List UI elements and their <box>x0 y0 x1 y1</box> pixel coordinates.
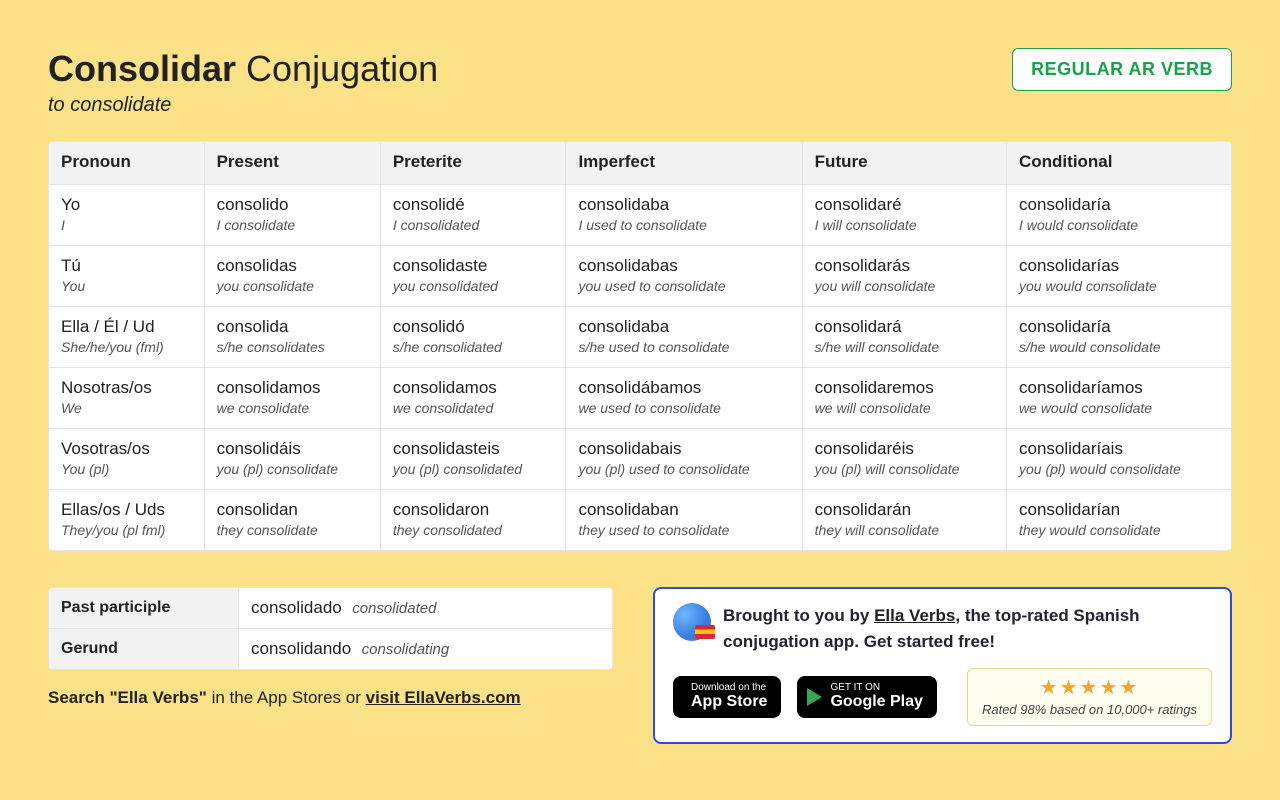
conjugation-cell: consolidaronthey consolidated <box>380 490 566 551</box>
pronoun-cell: TúYou <box>49 246 205 307</box>
table-row: TúYouconsolidasyou consolidateconsolidas… <box>49 246 1232 307</box>
conjugation-cell: consolidarásyou will consolidate <box>802 246 1006 307</box>
conjugation-cell: consolidaríanthey would consolidate <box>1007 490 1232 551</box>
conjugation-cell: consolidabanthey used to consolidate <box>566 490 802 551</box>
play-icon <box>807 688 822 706</box>
visit-link[interactable]: visit EllaVerbs.com <box>366 688 521 707</box>
table-row: Ella / Él / UdShe/he/you (fml)consolidas… <box>49 307 1232 368</box>
title-suffix: Conjugation <box>246 48 438 89</box>
conjugation-cell: consolidoI consolidate <box>204 185 380 246</box>
google-play-button[interactable]: GET IT ON Google Play <box>797 676 936 718</box>
conjugation-cell: consolidarías/he would consolidate <box>1007 307 1232 368</box>
conjugation-cell: consolidaríamoswe would consolidate <box>1007 368 1232 429</box>
table-row: Nosotras/osWeconsolidamoswe consolidatec… <box>49 368 1232 429</box>
conjugation-cell: consolidaréisyou (pl) will consolidate <box>802 429 1006 490</box>
table-row: Ellas/os / UdsThey/you (pl fml)consolida… <box>49 490 1232 551</box>
rating-box: ★★★★★ Rated 98% based on 10,000+ ratings <box>967 668 1212 726</box>
conjugation-cell: consolidéI consolidated <box>380 185 566 246</box>
ella-verbs-link[interactable]: Ella Verbs <box>874 606 955 625</box>
past-participle-label: Past participle <box>49 588 239 629</box>
col-header: Conditional <box>1007 142 1232 185</box>
conjugation-cell: consolidas/he consolidates <box>204 307 380 368</box>
col-header: Present <box>204 142 380 185</box>
conjugation-cell: consolidamoswe consolidated <box>380 368 566 429</box>
conjugation-cell: consolidasteyou consolidated <box>380 246 566 307</box>
col-header: Future <box>802 142 1006 185</box>
conjugation-cell: consolidanthey consolidate <box>204 490 380 551</box>
conjugation-cell: consolidasyou consolidate <box>204 246 380 307</box>
conjugation-cell: consolidabas/he used to consolidate <box>566 307 802 368</box>
conjugation-cell: consolidaránthey will consolidate <box>802 490 1006 551</box>
past-participle-value: consolidado consolidated <box>239 588 613 629</box>
pronoun-cell: Ellas/os / UdsThey/you (pl fml) <box>49 490 205 551</box>
conjugation-cell: consolidaríaisyou (pl) would consolidate <box>1007 429 1232 490</box>
app-icon <box>673 603 711 641</box>
pronoun-cell: Vosotras/osYou (pl) <box>49 429 205 490</box>
verb-type-badge: REGULAR AR VERB <box>1012 48 1232 91</box>
conjugation-cell: consolidabaI used to consolidate <box>566 185 802 246</box>
col-header: Imperfect <box>566 142 802 185</box>
conjugation-cell: consolidarás/he will consolidate <box>802 307 1006 368</box>
conjugation-cell: consolidaremoswe will consolidate <box>802 368 1006 429</box>
promo-text: Brought to you by Ella Verbs, the top-ra… <box>723 603 1212 654</box>
conjugation-cell: consolidaríaI would consolidate <box>1007 185 1232 246</box>
col-header: Pronoun <box>49 142 205 185</box>
conjugation-cell: consolidamoswe consolidate <box>204 368 380 429</box>
table-row: YoIconsolidoI consolidateconsolidéI cons… <box>49 185 1232 246</box>
conjugation-cell: consolidós/he consolidated <box>380 307 566 368</box>
pronoun-cell: Nosotras/osWe <box>49 368 205 429</box>
verb-translation: to consolidate <box>48 94 438 117</box>
conjugation-cell: consolidáisyou (pl) consolidate <box>204 429 380 490</box>
conjugation-cell: consolidasteisyou (pl) consolidated <box>380 429 566 490</box>
conjugation-cell: consolidaréI will consolidate <box>802 185 1006 246</box>
pronoun-cell: Ella / Él / UdShe/he/you (fml) <box>49 307 205 368</box>
promo-card: Brought to you by Ella Verbs, the top-ra… <box>653 587 1232 744</box>
conjugation-cell: consolidabaisyou (pl) used to consolidat… <box>566 429 802 490</box>
gerund-label: Gerund <box>49 629 239 670</box>
conjugation-table: PronounPresentPreteriteImperfectFutureCo… <box>48 141 1232 551</box>
rating-text: Rated 98% based on 10,000+ ratings <box>982 702 1197 717</box>
conjugation-cell: consolidabasyou used to consolidate <box>566 246 802 307</box>
gerund-value: consolidando consolidating <box>239 629 613 670</box>
conjugation-cell: consolidaríasyou would consolidate <box>1007 246 1232 307</box>
table-row: Vosotras/osYou (pl)consolidáisyou (pl) c… <box>49 429 1232 490</box>
col-header: Preterite <box>380 142 566 185</box>
conjugation-cell: consolidábamoswe used to consolidate <box>566 368 802 429</box>
participle-table: Past participle consolidado consolidated… <box>48 587 613 670</box>
stars-icon: ★★★★★ <box>982 675 1197 700</box>
page-title: Consolidar Conjugation <box>48 48 438 90</box>
pronoun-cell: YoI <box>49 185 205 246</box>
app-store-button[interactable]: Download on the App Store <box>673 676 781 718</box>
search-line: Search "Ella Verbs" in the App Stores or… <box>48 688 613 708</box>
verb-name: Consolidar <box>48 48 236 89</box>
